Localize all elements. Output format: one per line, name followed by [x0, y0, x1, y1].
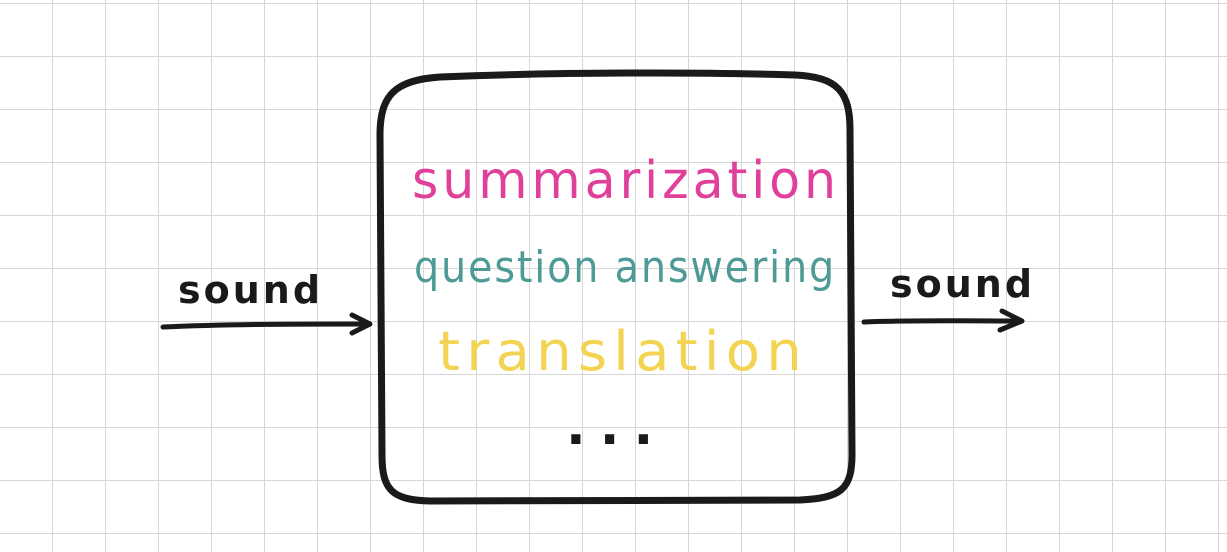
- input-label: sound: [178, 268, 323, 312]
- task-summarization: summarization: [412, 151, 840, 211]
- task-translation: translation: [438, 320, 808, 383]
- grid-paper-canvas: sound sound summarization question answe…: [0, 0, 1227, 552]
- task-question-answering: question answering: [414, 242, 836, 293]
- ellipsis: ...: [566, 397, 667, 457]
- diagram: sound sound summarization question answe…: [160, 69, 1035, 505]
- output-arrow: [861, 308, 1025, 333]
- output-label: sound: [890, 262, 1035, 306]
- input-arrow: [160, 312, 373, 336]
